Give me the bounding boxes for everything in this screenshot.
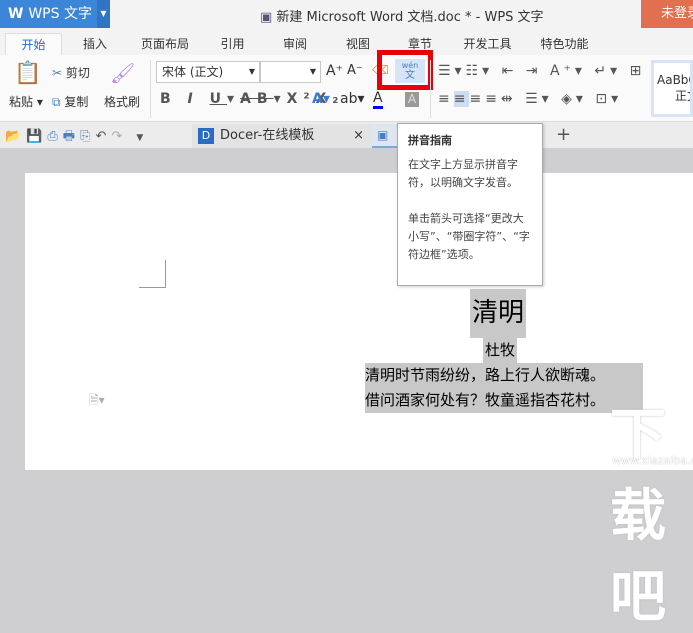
watermark-logo: 下载吧 xyxy=(610,403,666,630)
print-preview-icon[interactable]: ⎘ xyxy=(80,129,95,144)
doc-author: 杜牧 xyxy=(483,338,518,363)
docer-icon: D xyxy=(198,128,214,144)
document-page[interactable]: 🗎▾ 清明 杜牧 清明时节雨纷纷，路上行人欲断魂。 借问酒家何处有？牧童遥指杏花… xyxy=(25,173,693,470)
tab-layout[interactable]: 页面布局 xyxy=(130,33,200,55)
close-tab-icon[interactable]: × xyxy=(353,124,364,148)
scissors-icon: ✂ xyxy=(52,66,63,80)
doc-line-1: 清明时节雨纷纷，路上行人欲断魂。 xyxy=(365,363,643,388)
tab-docer[interactable]: D Docer-在线模板 × xyxy=(192,124,372,148)
pinyin-tooltip: 拼音指南 在文字上方显示拼音字符，以明确文字发音。 单击箭头可选择“更改大小写”… xyxy=(397,123,543,286)
wps-logo-icon: W xyxy=(8,6,29,22)
undo-icon[interactable]: ↶ xyxy=(95,129,111,144)
app-menu-dropdown[interactable]: ▼ xyxy=(97,0,110,28)
tab-insert[interactable]: 插入 xyxy=(70,33,120,55)
new-tab-button[interactable]: + xyxy=(556,124,571,145)
app-menu-button[interactable]: W WPS 文字 xyxy=(0,0,97,28)
shrink-font-icon[interactable]: A⁻ xyxy=(347,63,363,78)
paste-icon[interactable]: 📋 xyxy=(14,61,41,86)
tooltip-desc: 在文字上方显示拼音字符，以明确文字发音。 xyxy=(408,158,518,189)
tab-developer[interactable]: 开发工具 xyxy=(455,33,520,55)
format-painter-icon[interactable]: 🖌 xyxy=(110,61,135,85)
paste-label: 粘贴 xyxy=(9,95,34,109)
window-title-text: 新建 Microsoft Word 文档.doc * - WPS 文字 xyxy=(276,10,544,25)
doc-icon: ▣ xyxy=(260,10,277,25)
text-effect-icon[interactable]: A▾ xyxy=(312,91,330,107)
font-size-select[interactable]: ▼ xyxy=(260,61,321,83)
print-icon[interactable]: 🖶 xyxy=(63,129,80,144)
app-name: WPS 文字 xyxy=(28,6,92,22)
customize-dropdown-icon[interactable]: ▼ xyxy=(136,133,148,143)
export-pdf-icon[interactable]: ⎙ xyxy=(47,129,62,144)
ribbon: 📋 粘贴 ▾ ✂ 剪切 ⧉ 复制 🖌 格式刷 宋体 (正文) ▼ ▼ A⁺ A⁻ … xyxy=(0,50,693,122)
tooltip-title: 拼音指南 xyxy=(408,134,452,147)
open-icon[interactable]: 📂 xyxy=(5,129,26,144)
align-buttons[interactable]: ≡≡≡≡⇹ ☰▾ ◈▾ ⊡▾ xyxy=(438,91,622,107)
watermark-url: www.xiazaiba.com xyxy=(612,454,693,467)
style-preview: AaBbC xyxy=(657,73,693,87)
save-icon[interactable]: 💾 xyxy=(26,129,47,144)
cut-button[interactable]: ✂ 剪切 xyxy=(52,64,90,81)
paragraph-options-icon[interactable]: 🗎▾ xyxy=(89,391,105,412)
tab-references[interactable]: 引用 xyxy=(210,33,255,55)
font-name-value: 宋体 (正文) xyxy=(162,65,224,79)
doc-title: 清明 xyxy=(470,289,527,338)
word-doc-icon: ▣ xyxy=(377,128,389,142)
tab-home[interactable]: 开始 xyxy=(5,33,62,55)
highlight-icon[interactable]: ab▾ xyxy=(340,91,365,107)
tab-review[interactable]: 审阅 xyxy=(270,33,320,55)
quick-access-icons[interactable]: 📂💾⎙🖶⎘↶↷ ▼ xyxy=(5,127,148,149)
style-name: 正文 xyxy=(675,89,690,103)
login-button[interactable]: 未登录 xyxy=(641,0,693,28)
window-title: ▣ 新建 Microsoft Word 文档.doc * - WPS 文字 xyxy=(260,6,544,25)
tab-features[interactable]: 特色功能 xyxy=(532,33,597,55)
cut-label: 剪切 xyxy=(65,66,90,80)
doc-line-2: 借问酒家何处有？牧童遥指杏花村。 xyxy=(365,388,643,413)
paste-button[interactable]: 粘贴 ▾ xyxy=(9,93,43,110)
tab-view[interactable]: 视图 xyxy=(333,33,383,55)
copy-icon: ⧉ xyxy=(52,95,61,109)
ribbon-tabs: 开始 插入 页面布局 引用 审阅 视图 章节 开发工具 特色功能 xyxy=(0,30,693,55)
margin-mark-h xyxy=(139,287,166,288)
font-color-icon[interactable]: A xyxy=(373,91,383,109)
copy-button[interactable]: ⧉ 复制 xyxy=(52,93,88,110)
redo-icon[interactable]: ↷ xyxy=(111,129,127,144)
style-gallery-normal[interactable]: AaBbC 正文 xyxy=(651,60,693,117)
highlight-box xyxy=(377,50,433,90)
grow-font-icon[interactable]: A⁺ xyxy=(326,63,343,79)
margin-mark xyxy=(165,260,166,287)
title-bar: W WPS 文字 ▼ ▣ 新建 Microsoft Word 文档.doc * … xyxy=(0,0,693,30)
format-painter-button[interactable]: 格式刷 xyxy=(104,93,140,110)
char-shading-icon[interactable]: A xyxy=(405,92,419,107)
tooltip-hint: 单击箭头可选择“更改大小写”、“带圈字符”、“字符边框”选项。 xyxy=(408,212,530,261)
list-buttons[interactable]: ☰▾☷▾ ⇤ ⇥ A⁺▾ ↵▾ ⊞ xyxy=(438,63,645,79)
docer-tab-label: Docer-在线模板 xyxy=(220,128,315,143)
font-name-select[interactable]: 宋体 (正文) ▼ xyxy=(156,61,260,83)
copy-label: 复制 xyxy=(64,95,89,109)
